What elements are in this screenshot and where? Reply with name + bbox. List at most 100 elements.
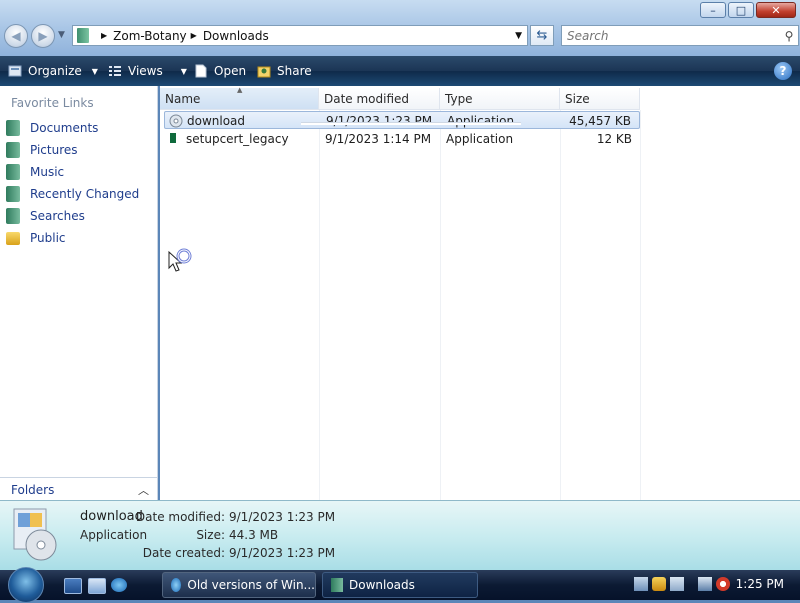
show-desktop-icon[interactable]	[64, 578, 82, 594]
back-button[interactable]: ◀	[4, 24, 28, 48]
file-list: Name ▲ Date modified Type Size download …	[160, 86, 800, 500]
installer-large-icon	[13, 508, 57, 561]
column-divider	[319, 110, 320, 500]
organize-label: Organize	[28, 64, 82, 78]
open-icon	[195, 64, 207, 78]
sort-ascending-icon: ▲	[237, 86, 243, 94]
chevron-up-icon: ︿	[138, 483, 149, 497]
ie-icon	[171, 578, 182, 592]
favorite-links-heading: Favorite Links	[11, 96, 94, 110]
start-button[interactable]	[8, 567, 44, 603]
taskbar-button-downloads[interactable]: Downloads	[322, 572, 478, 598]
column-divider	[640, 110, 641, 500]
file-type: Application	[446, 132, 514, 146]
file-date-modified: 9/1/2023 1:23 PM	[326, 114, 433, 128]
favorite-link-searches[interactable]: Searches	[6, 206, 85, 226]
address-dropdown-icon[interactable]: ▼	[515, 31, 522, 41]
folders-label: Folders	[11, 482, 55, 497]
favorite-link-label: Searches	[30, 209, 85, 223]
details-date-modified-value: 9/1/2023 1:23 PM	[229, 510, 336, 524]
favorite-link-documents[interactable]: Documents	[6, 118, 98, 138]
favorite-link-label: Public	[30, 231, 66, 245]
tray-app-icon[interactable]	[670, 577, 684, 591]
pictures-icon	[6, 142, 20, 158]
drag-indicator	[301, 122, 521, 125]
organize-button[interactable]: Organize ▼	[8, 62, 98, 80]
column-header-date-modified[interactable]: Date modified	[319, 88, 440, 110]
chevron-down-icon[interactable]: ▼	[181, 67, 187, 76]
details-date-created-label: Date created:	[142, 546, 225, 560]
file-size: 45,457 KB	[569, 114, 631, 128]
favorite-link-music[interactable]: Music	[6, 162, 64, 182]
favorite-link-pictures[interactable]: Pictures	[6, 140, 78, 160]
chevron-down-icon: ▼	[91, 66, 98, 76]
breadcrumb-arrow-icon[interactable]: ▶	[191, 31, 197, 40]
security-shield-icon[interactable]	[652, 577, 666, 591]
installer-icon	[169, 114, 183, 128]
volume-muted-icon[interactable]	[716, 577, 730, 591]
favorite-link-label: Documents	[30, 121, 99, 135]
details-size-value: 44.3 MB	[229, 528, 279, 542]
views-button[interactable]: Views ▼	[108, 62, 187, 80]
column-divider	[560, 110, 561, 500]
searches-icon	[6, 208, 20, 224]
address-bar-area: – □ ✕ ◀ ▶ ▼ ▶ Zom-Botany ▶ Downloads ▼ ⇆…	[0, 0, 800, 56]
breadcrumb-zom-botany[interactable]: Zom-Botany	[113, 29, 187, 43]
organize-icon	[8, 65, 22, 77]
window-controls: – □ ✕	[700, 2, 796, 20]
forward-button[interactable]: ▶	[31, 24, 55, 48]
file-date-modified: 9/1/2023 1:14 PM	[325, 132, 432, 146]
file-name: download	[187, 114, 246, 128]
help-icon[interactable]: ?	[774, 62, 792, 80]
column-header-type[interactable]: Type	[440, 88, 560, 110]
maximize-button[interactable]: □	[728, 2, 754, 18]
documents-icon	[6, 120, 20, 136]
breadcrumb-arrow-icon[interactable]: ▶	[101, 31, 107, 40]
favorite-link-label: Pictures	[30, 143, 78, 157]
taskbar: Old versions of Win... Downloads 1:25 PM	[0, 567, 800, 603]
internet-explorer-icon[interactable]	[111, 578, 127, 592]
network-icon[interactable]	[698, 577, 712, 591]
language-icon[interactable]	[634, 577, 648, 591]
file-name: setupcert_legacy	[186, 132, 289, 146]
views-icon	[109, 66, 121, 76]
share-icon	[257, 66, 271, 78]
search-input[interactable]	[562, 27, 780, 44]
folder-icon	[6, 231, 20, 245]
file-row-download[interactable]: download 9/1/2023 1:23 PM Application 45…	[164, 111, 640, 129]
breadcrumb-downloads[interactable]: Downloads	[203, 29, 269, 43]
file-row-setupcert-legacy[interactable]: setupcert_legacy 9/1/2023 1:14 PM Applic…	[164, 130, 640, 148]
taskbar-button-label: Old versions of Win...	[187, 578, 315, 592]
folder-location-icon	[77, 28, 89, 43]
minimize-button[interactable]: –	[700, 2, 726, 18]
refresh-button[interactable]: ⇆	[530, 25, 554, 46]
command-bar: Organize ▼ Views ▼ Open Share ?	[0, 56, 800, 86]
close-button[interactable]: ✕	[756, 2, 796, 18]
search-icon[interactable]: ⚲	[780, 29, 798, 43]
column-divider	[440, 110, 441, 500]
application-icon	[170, 133, 176, 143]
taskbar-button-label: Downloads	[349, 578, 415, 592]
address-field[interactable]: ▶ Zom-Botany ▶ Downloads ▼	[72, 25, 528, 46]
share-label: Share	[277, 64, 312, 78]
column-header-size[interactable]: Size	[560, 88, 640, 110]
navigation-pane: Favorite Links Documents Pictures Music …	[0, 86, 158, 501]
share-button[interactable]: Share	[257, 62, 312, 80]
switch-windows-icon[interactable]	[88, 578, 106, 594]
recent-pages-dropdown-icon[interactable]: ▼	[58, 30, 65, 40]
folders-toggle[interactable]: Folders ︿	[0, 477, 157, 501]
explorer-icon	[331, 578, 343, 592]
favorite-link-public[interactable]: Public	[6, 228, 66, 248]
taskbar-button-browser[interactable]: Old versions of Win...	[162, 572, 316, 598]
details-size-label: Size:	[196, 528, 225, 542]
favorite-link-recently-changed[interactable]: Recently Changed	[6, 184, 139, 204]
search-box[interactable]: ⚲	[561, 25, 799, 46]
open-label: Open	[214, 64, 247, 78]
views-label: Views	[128, 64, 163, 78]
music-icon	[6, 164, 20, 180]
open-button[interactable]: Open	[194, 62, 246, 80]
clock[interactable]: 1:25 PM	[736, 577, 784, 591]
busy-cursor-icon	[168, 248, 192, 272]
recent-icon	[6, 186, 20, 202]
favorite-link-label: Recently Changed	[30, 187, 140, 201]
